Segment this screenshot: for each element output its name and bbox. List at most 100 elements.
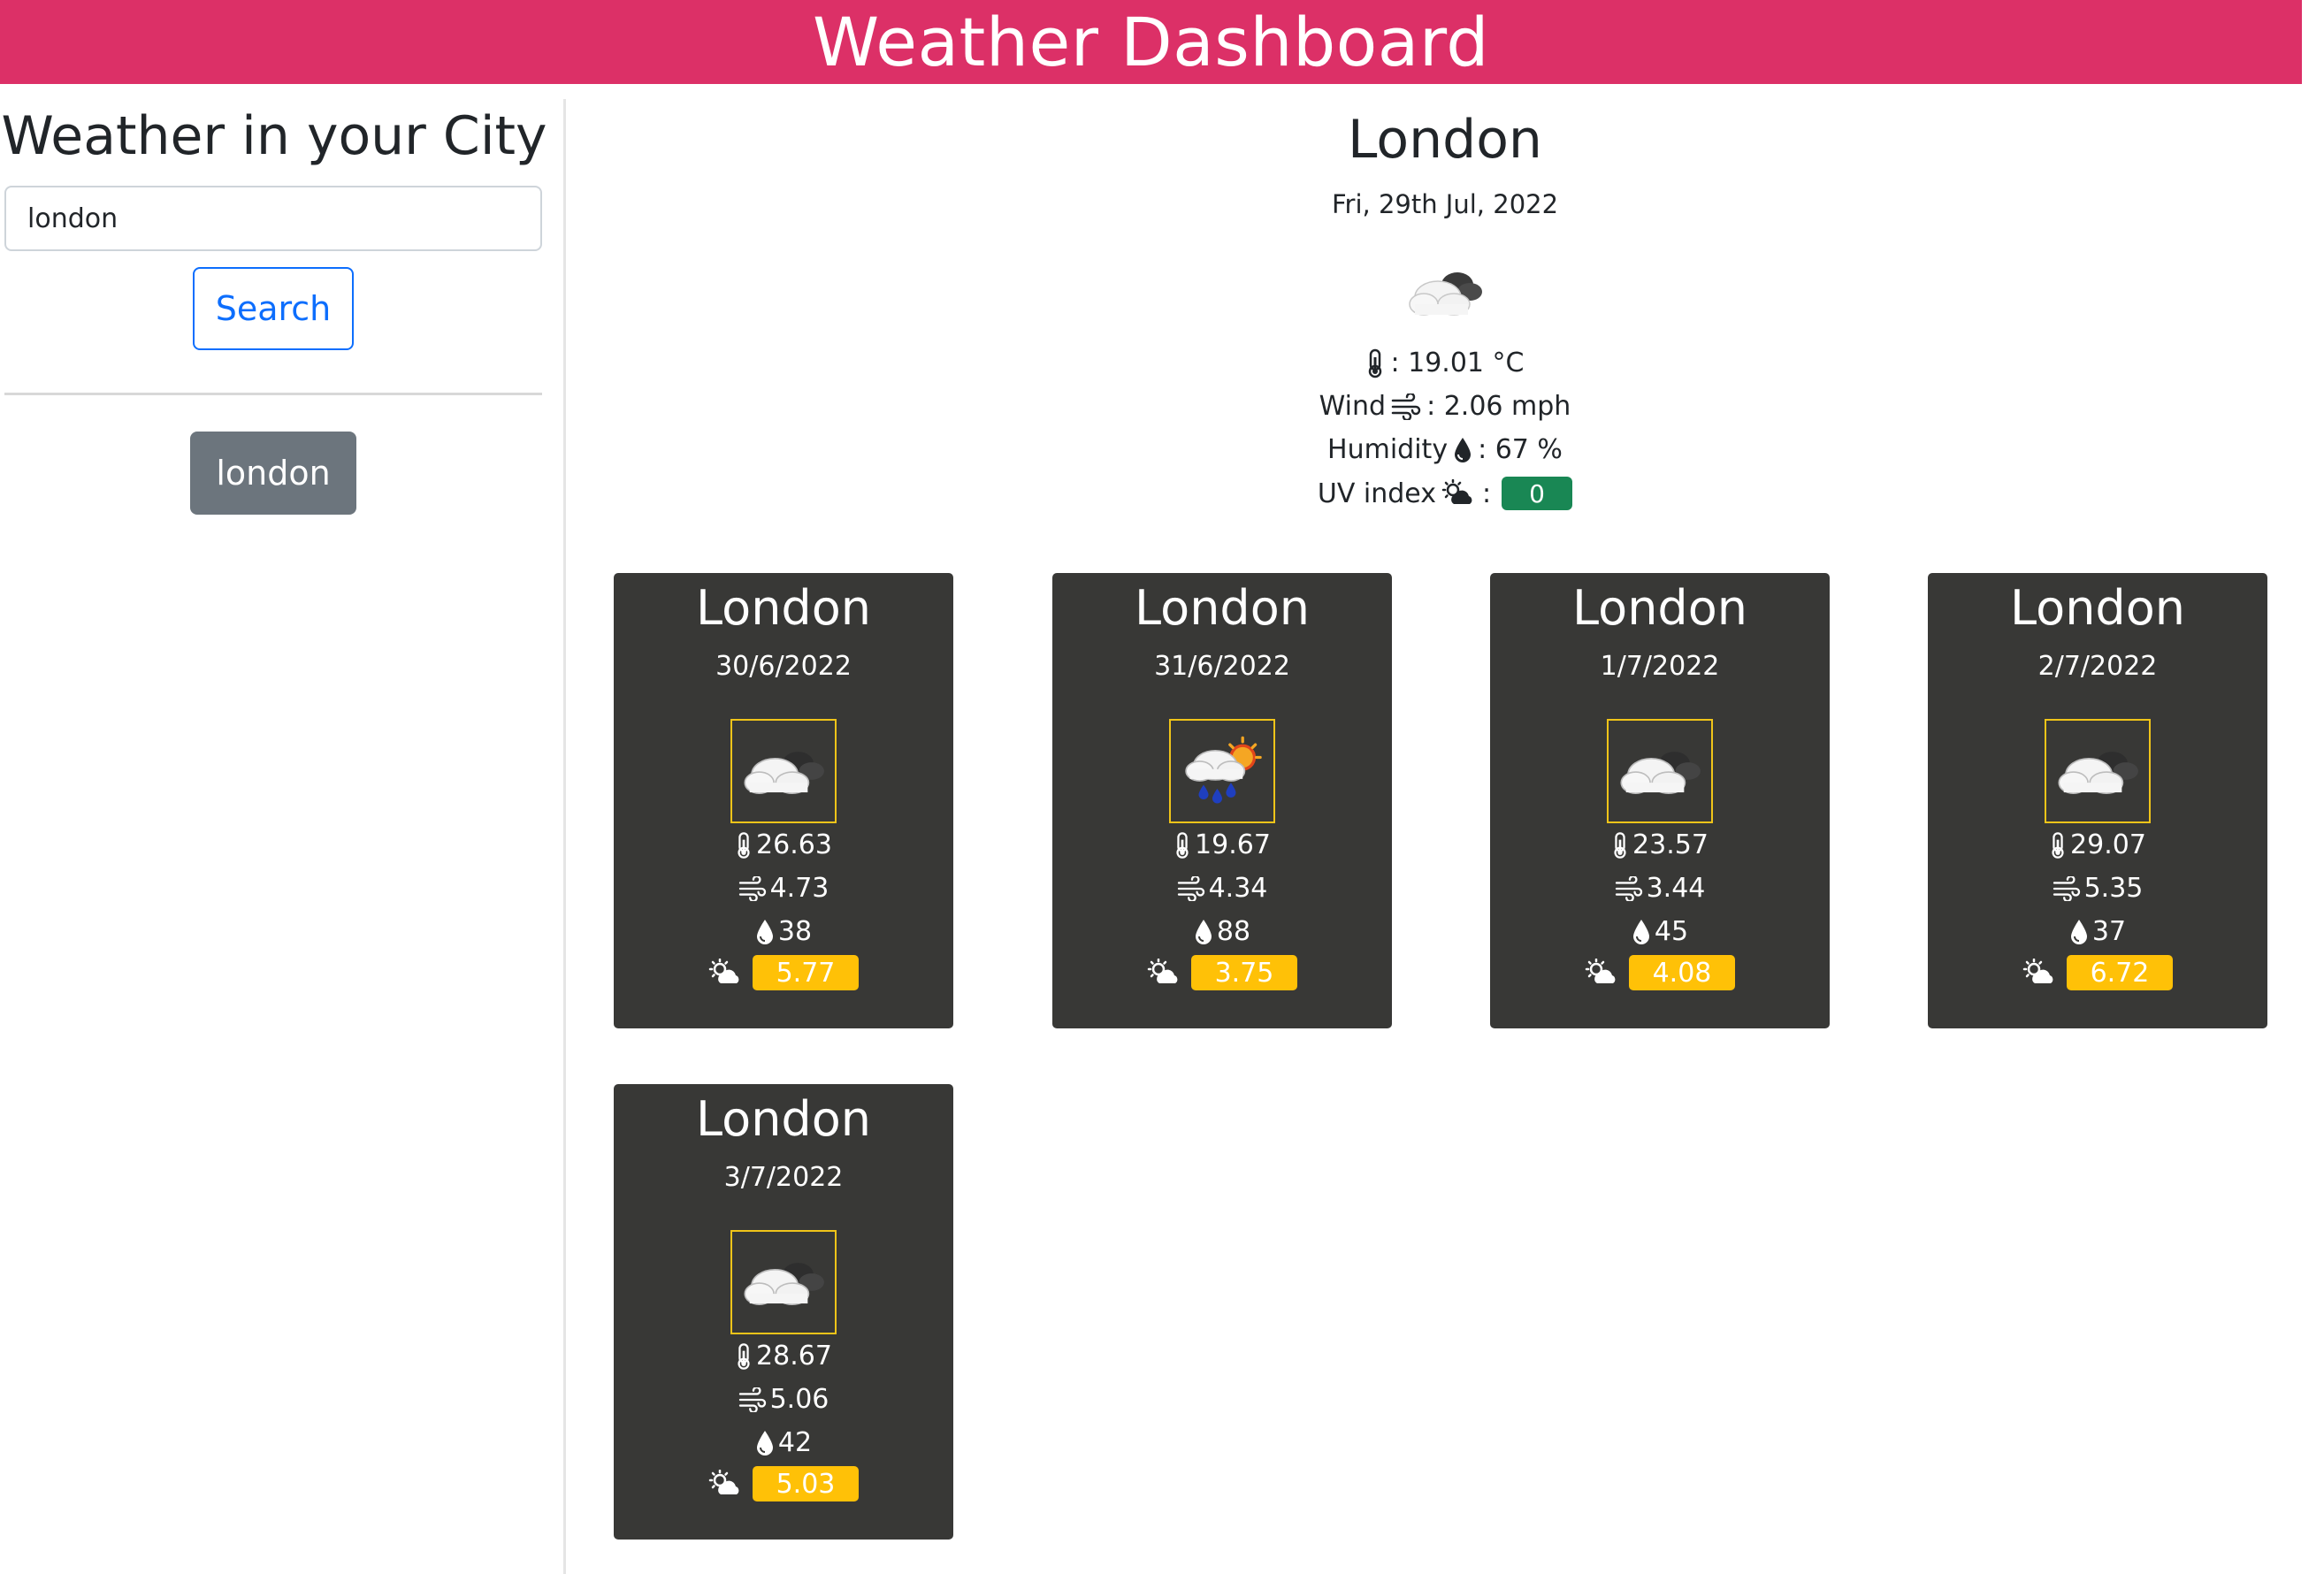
- uv-label: UV index: [1317, 478, 1436, 509]
- forecast-temp-value: 19.67: [1195, 829, 1271, 860]
- forecast-humidity-value: 38: [777, 916, 813, 947]
- search-button[interactable]: Search: [193, 267, 354, 350]
- droplet-icon: [1195, 919, 1212, 944]
- current-humidity: Humidity : 67 %: [566, 434, 2324, 465]
- forecast-city: London: [696, 1091, 871, 1147]
- forecast-card-5: London 3/7/2022 28.67 5.06 42 5.03: [614, 1084, 953, 1540]
- current-city: London: [1348, 109, 1542, 171]
- forecast-wind-value: 4.34: [1208, 873, 1268, 904]
- forecast-humidity: 37: [1928, 916, 2267, 947]
- humidity-label: Humidity: [1327, 434, 1449, 465]
- app-header: Weather Dashboard: [0, 0, 2302, 84]
- forecast-uv-badge: 5.03: [753, 1466, 859, 1501]
- droplet-icon: [756, 919, 773, 944]
- forecast-uv: 5.03: [614, 1466, 953, 1501]
- current-wind: Wind : 2.06 mph: [566, 391, 2324, 422]
- divider: [4, 393, 542, 395]
- forecast-wind: 5.06: [614, 1384, 953, 1415]
- rain-sun-icon: [1185, 736, 1262, 804]
- forecast-temp-value: 28.67: [756, 1341, 832, 1372]
- forecast-date: 1/7/2022: [1600, 651, 1720, 682]
- sun-cloud-icon: [1441, 479, 1472, 504]
- forecast-wind: 3.44: [1490, 873, 1830, 904]
- forecast-card-4: London 2/7/2022 29.07 5.35 37 6.72: [1928, 573, 2267, 1028]
- forecast-wind-value: 5.06: [769, 1384, 829, 1415]
- forecast-icon-box: [1607, 719, 1713, 823]
- thermometer-icon: [1614, 831, 1626, 859]
- forecast-uv: 4.08: [1490, 955, 1830, 990]
- forecast-icon-box: [730, 1230, 837, 1334]
- forecast-city: London: [2010, 580, 2185, 636]
- forecast-wind: 5.35: [1928, 873, 2267, 904]
- forecast-city: London: [1572, 580, 1747, 636]
- sun-cloud-icon: [1585, 959, 1616, 983]
- forecast-wind: 4.34: [1052, 873, 1392, 904]
- droplet-icon: [756, 1430, 773, 1456]
- thermometer-icon: [1176, 831, 1189, 859]
- forecast-temperature: 29.07: [1928, 829, 2267, 860]
- cloudy-icon: [2058, 752, 2138, 794]
- forecast-humidity-value: 45: [1654, 916, 1689, 947]
- sun-cloud-icon: [708, 1470, 739, 1494]
- wind-icon: [738, 1387, 766, 1412]
- forecast-temperature: 28.67: [614, 1341, 953, 1372]
- forecast-uv-badge: 3.75: [1191, 955, 1297, 990]
- sidebar-title: Weather in your City: [1, 105, 547, 167]
- page-title: Weather Dashboard: [813, 2, 1489, 81]
- search-input[interactable]: [4, 186, 542, 251]
- forecast-uv: 6.72: [1928, 955, 2267, 990]
- forecast-icon-box: [1169, 719, 1275, 823]
- wind-icon: [738, 875, 766, 901]
- forecast-card-2: London 31/6/2022 19.67 4.34 88 3.75: [1052, 573, 1392, 1028]
- forecast-icon-box: [2045, 719, 2151, 823]
- current-date: Fri, 29th Jul, 2022: [1331, 189, 1559, 219]
- forecast-temperature: 19.67: [1052, 829, 1392, 860]
- wind-icon: [1615, 875, 1642, 901]
- forecast-wind-value: 4.73: [769, 873, 829, 904]
- forecast-uv: 3.75: [1052, 955, 1392, 990]
- forecast-date: 3/7/2022: [723, 1162, 844, 1193]
- sun-cloud-icon: [708, 959, 739, 983]
- droplet-icon: [2070, 919, 2087, 944]
- forecast-date: 30/6/2022: [715, 651, 852, 682]
- forecast-city: London: [1135, 580, 1310, 636]
- uv-badge: 0: [1502, 477, 1573, 510]
- forecast-humidity-value: 88: [1216, 916, 1251, 947]
- forecast-humidity: 38: [614, 916, 953, 947]
- forecast-wind: 4.73: [614, 873, 953, 904]
- forecast-wind-value: 3.44: [1646, 873, 1706, 904]
- thermometer-icon: [2052, 831, 2064, 859]
- wind-icon: [2053, 875, 2080, 901]
- cloudy-icon: [744, 1263, 824, 1305]
- forecast-card-1: London 30/6/2022 26.63 4.73 38 5.77: [614, 573, 953, 1028]
- current-uv: UV index : 0: [566, 477, 2324, 510]
- uv-separator: :: [1481, 478, 1492, 509]
- forecast-uv-badge: 4.08: [1629, 955, 1735, 990]
- wind-icon: [1177, 875, 1204, 901]
- history-button-london[interactable]: london: [190, 432, 356, 515]
- forecast-humidity: 42: [614, 1427, 953, 1458]
- thermometer-icon: [738, 1342, 750, 1370]
- sun-cloud-icon: [2022, 959, 2053, 983]
- forecast-uv: 5.77: [614, 955, 953, 990]
- forecast-uv-badge: 6.72: [2067, 955, 2173, 990]
- forecast-date: 31/6/2022: [1154, 651, 1290, 682]
- forecast-temp-value: 23.57: [1632, 829, 1709, 860]
- forecast-temp-value: 26.63: [756, 829, 832, 860]
- forecast-humidity: 88: [1052, 916, 1392, 947]
- current-wind-value: : 2.06 mph: [1426, 391, 1571, 422]
- forecast-temperature: 26.63: [614, 829, 953, 860]
- forecast-temp-value: 29.07: [2070, 829, 2146, 860]
- cloudy-icon: [744, 752, 824, 794]
- forecast-wind-value: 5.35: [2083, 873, 2144, 904]
- current-temperature: : 19.01 °C: [566, 348, 2324, 378]
- forecast-card-3: London 1/7/2022 23.57 3.44 45 4.08: [1490, 573, 1830, 1028]
- droplet-icon: [1632, 919, 1649, 944]
- wind-icon: [1391, 393, 1421, 420]
- cloudy-icon: [1409, 272, 1482, 316]
- forecast-date: 2/7/2022: [2037, 651, 2158, 682]
- forecast-humidity-value: 37: [2091, 916, 2127, 947]
- forecast-city: London: [696, 580, 871, 636]
- forecast-humidity-value: 42: [777, 1427, 813, 1458]
- current-temp-value: : 19.01 °C: [1390, 348, 1525, 378]
